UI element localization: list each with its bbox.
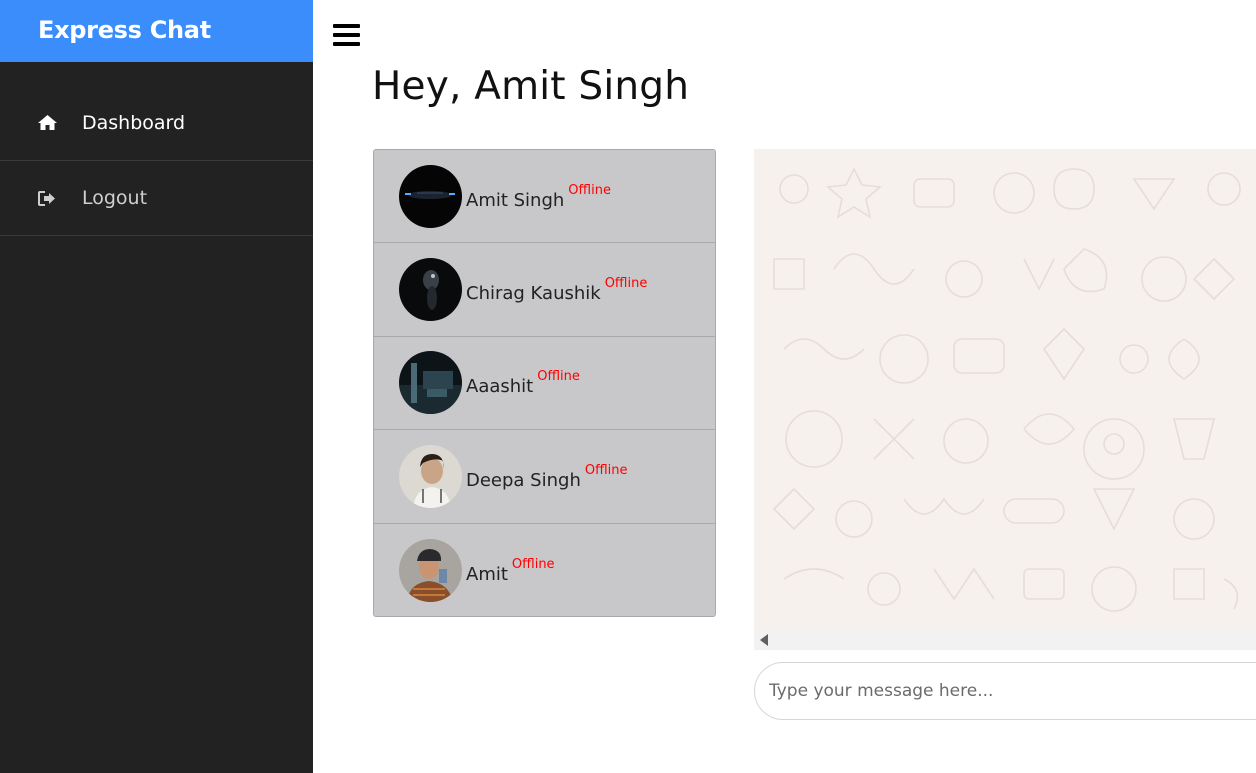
home-icon: [37, 115, 57, 130]
list-item[interactable]: Amit Singh Offline: [374, 150, 715, 244]
chat-background-pattern: [772, 167, 1241, 612]
avatar: [399, 164, 462, 228]
message-input[interactable]: [754, 662, 1256, 720]
status-badge: Offline: [604, 276, 648, 292]
status-badge: Offline: [568, 182, 611, 198]
status-badge: Offline: [511, 556, 555, 572]
user-name: Amit: [466, 563, 508, 585]
sidebar-item-label: Logout: [82, 187, 148, 209]
app-root: Express Chat Dashboard Logout Hey, Amit …: [0, 0, 1256, 773]
user-name: Chirag Kaushik: [466, 283, 601, 305]
status-badge: Offline: [584, 462, 628, 478]
sidebar-item-logout[interactable]: Logout: [0, 161, 313, 236]
sidebar: Express Chat Dashboard Logout: [0, 0, 313, 773]
avatar: [399, 538, 462, 602]
user-name: Deepa Singh: [466, 469, 581, 491]
page-title: Hey, Amit Singh: [372, 64, 690, 109]
user-list: Amit Singh Offline Chirag Kaushik Offlin…: [373, 149, 716, 617]
status-badge: Offline: [537, 369, 580, 385]
chat-horizontal-scrollbar[interactable]: [754, 630, 1256, 650]
user-name: Aaashit: [466, 376, 534, 398]
avatar: [399, 444, 462, 508]
user-name: Amit Singh: [466, 189, 565, 211]
hamburger-menu-icon[interactable]: [333, 24, 360, 46]
chat-area[interactable]: [754, 149, 1256, 630]
sidebar-item-label: Dashboard: [82, 111, 186, 134]
list-item[interactable]: Aaashit Offline: [374, 337, 715, 431]
avatar: [399, 351, 462, 415]
list-item[interactable]: Chirag Kaushik Offline: [374, 243, 715, 337]
list-item[interactable]: Deepa Singh Offline: [374, 430, 715, 524]
sidebar-item-dashboard[interactable]: Dashboard: [0, 85, 313, 161]
list-item[interactable]: Amit Offline: [374, 524, 715, 616]
brand-logo[interactable]: Express Chat: [0, 0, 313, 62]
sidebar-nav: Dashboard Logout: [0, 85, 313, 236]
scroll-left-arrow-icon[interactable]: [760, 634, 768, 646]
logout-icon: [37, 190, 57, 206]
avatar: [399, 258, 462, 322]
